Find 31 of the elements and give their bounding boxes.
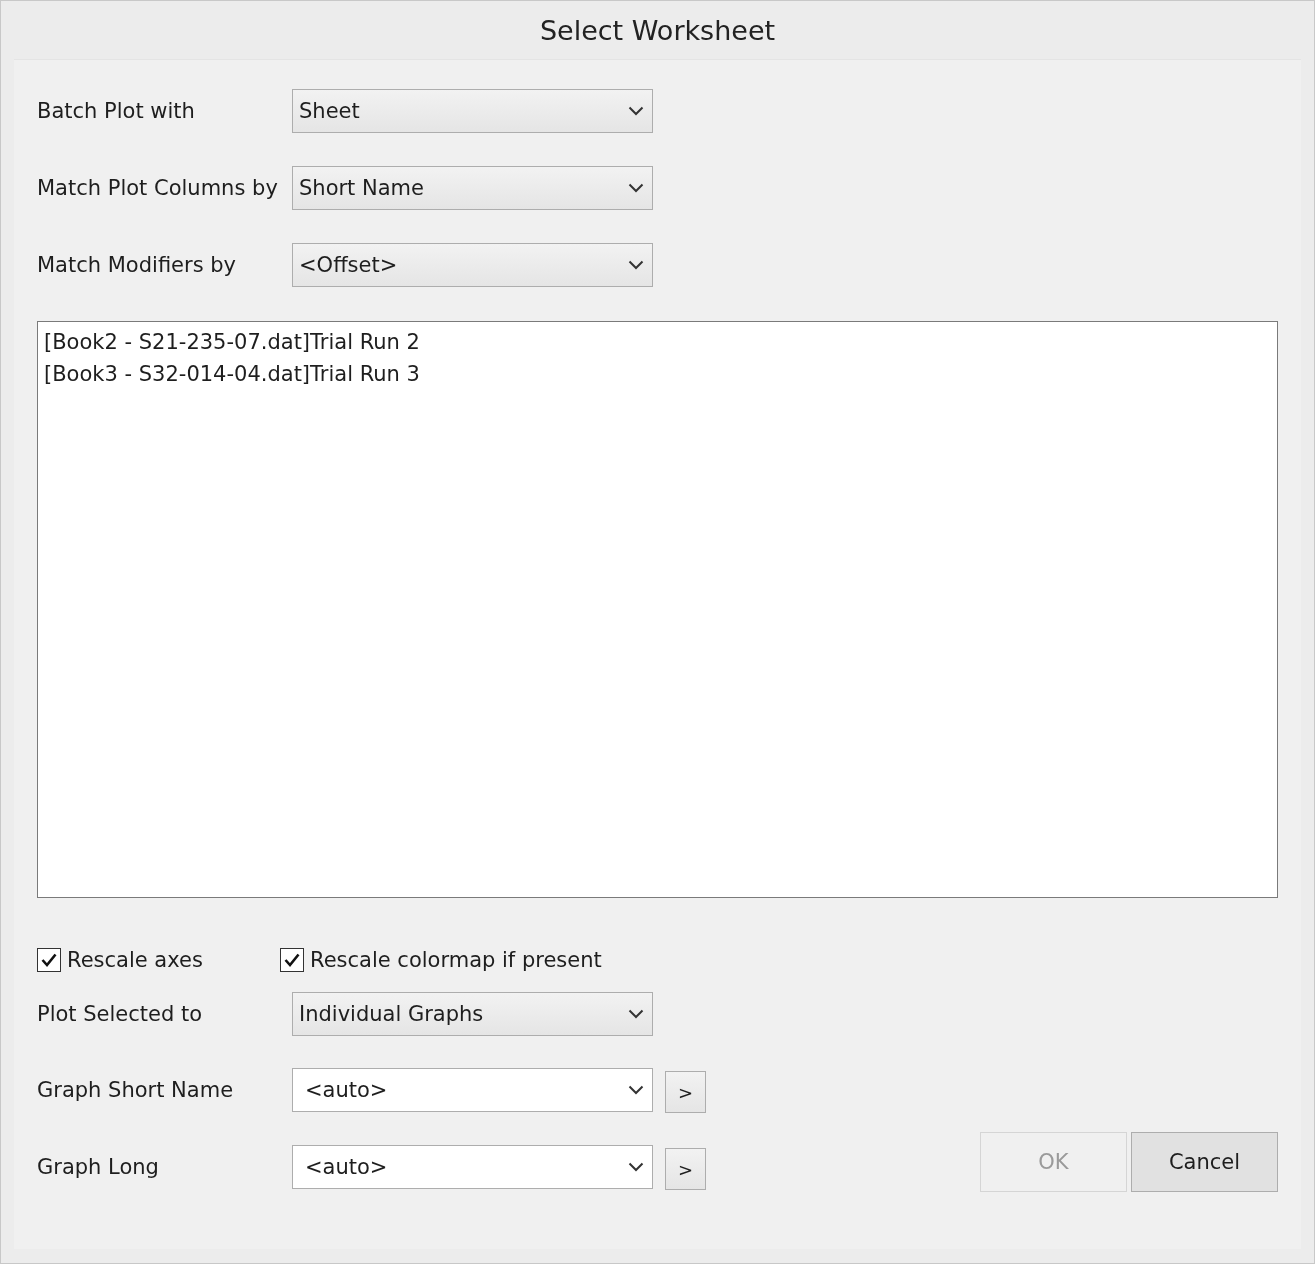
worksheet-list[interactable]: [Book2 - S21-235-07.dat]Trial Run 2 [Book3 - S32-014-04.dat]Trial Run 3 xyxy=(37,321,1278,898)
field-label: Plot Selected to xyxy=(37,1002,204,1026)
chevron-down-icon xyxy=(628,1009,644,1019)
checkbox-label[interactable]: Rescale colormap if present xyxy=(310,948,602,972)
more-button[interactable]: > xyxy=(665,1071,706,1113)
checkbox-label[interactable]: Rescale axes xyxy=(67,948,203,972)
dropdown[interactable]: Sheet xyxy=(292,89,653,133)
dropdown[interactable]: Individual Graphs xyxy=(292,992,653,1036)
field-label: Batch Plot with xyxy=(37,99,196,123)
chevron-down-icon xyxy=(628,1162,644,1172)
more-button[interactable]: > xyxy=(665,1148,706,1190)
checkmark-icon xyxy=(41,953,57,967)
checkbox[interactable] xyxy=(37,948,61,972)
list-item[interactable]: [Book2 - S21-235-07.dat]Trial Run 2 xyxy=(44,326,420,358)
checkmark-icon xyxy=(284,953,300,967)
window-title: Select Worksheet xyxy=(539,14,776,46)
chevron-down-icon xyxy=(628,260,644,270)
field-label: Match Plot Columns by xyxy=(37,176,279,200)
combo-box[interactable]: <auto> xyxy=(292,1068,653,1112)
dropdown[interactable]: Short Name xyxy=(292,166,653,210)
combo-box[interactable]: <auto> xyxy=(292,1145,653,1189)
checkbox[interactable] xyxy=(280,948,304,972)
chevron-down-icon xyxy=(628,106,644,116)
chevron-down-icon xyxy=(628,1085,644,1095)
field-label: Graph Short Name xyxy=(37,1078,235,1102)
dialog-button[interactable]: Cancel xyxy=(1131,1132,1278,1192)
field-label: Match Modifiers by xyxy=(37,253,238,277)
chevron-down-icon xyxy=(628,183,644,193)
dropdown[interactable]: <Offset> xyxy=(292,243,653,287)
list-item[interactable]: [Book3 - S32-014-04.dat]Trial Run 3 xyxy=(44,358,420,390)
field-label: Graph Long xyxy=(37,1155,160,1179)
